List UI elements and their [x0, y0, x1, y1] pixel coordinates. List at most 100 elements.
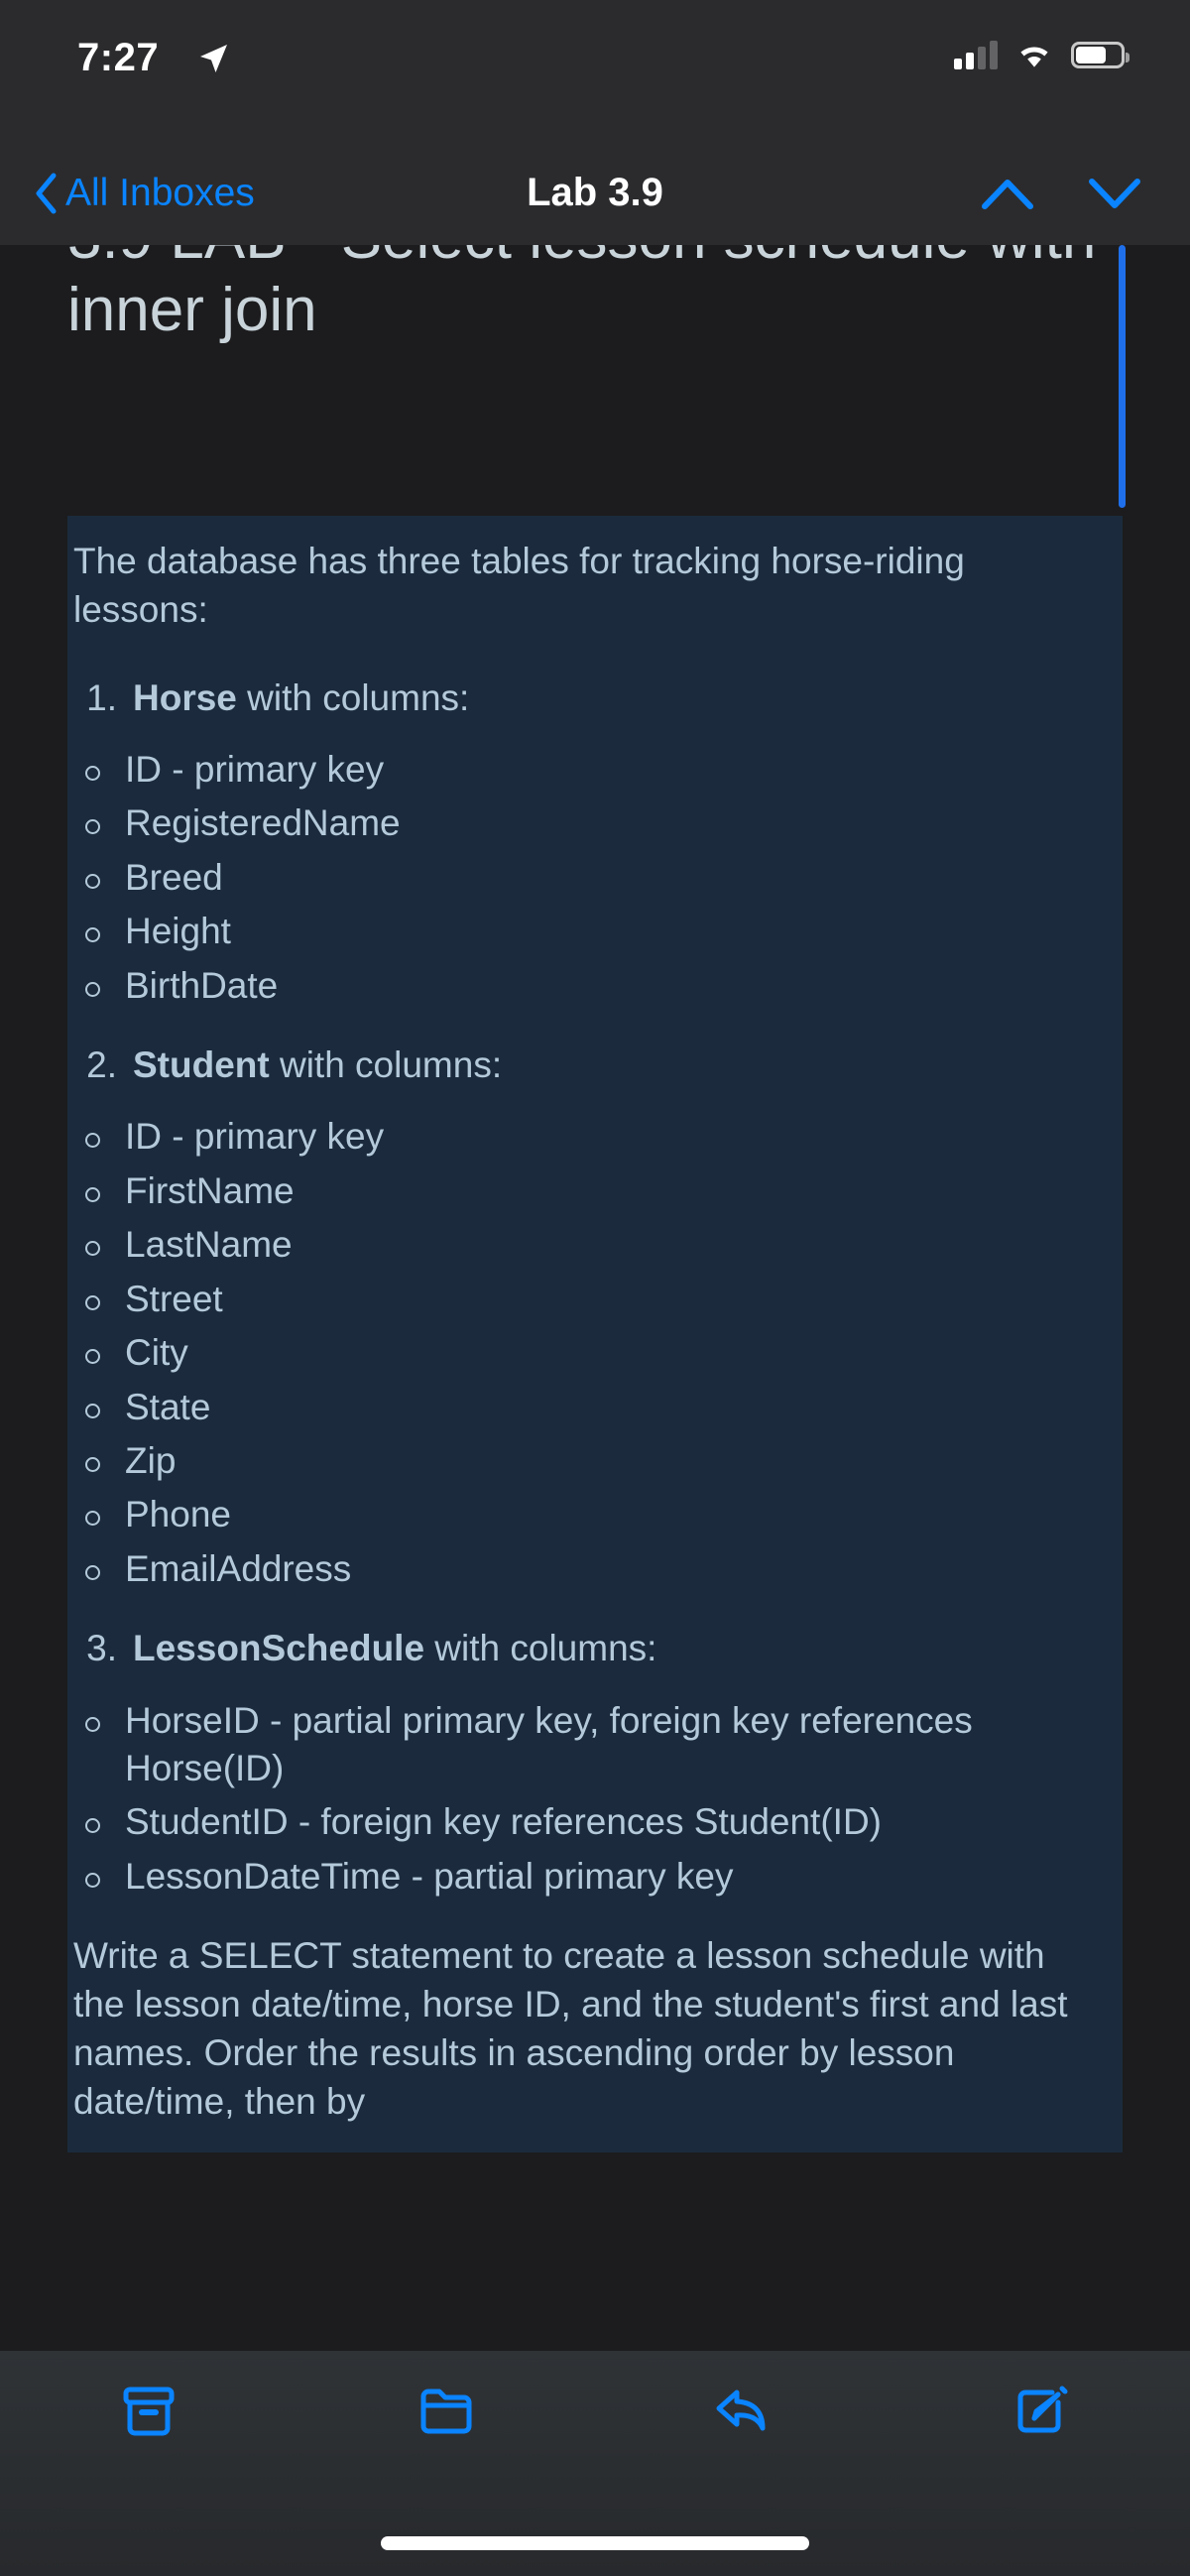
location-arrow-icon	[200, 45, 227, 72]
table-heading-suffix: with columns:	[236, 676, 470, 718]
folder-icon	[420, 2389, 472, 2434]
list-item: BirthDate	[67, 962, 1123, 1010]
circle-bullet-icon	[67, 1384, 125, 1418]
wifi-icon	[1020, 47, 1048, 67]
list-item: 3. LessonSchedule with columns: HorseID …	[67, 1625, 1123, 1901]
list-item: 2. Student with columns: ID - primary ke…	[67, 1042, 1123, 1593]
archive-box-icon	[123, 2387, 175, 2436]
table-name: Student	[133, 1044, 270, 1086]
column-list: ID - primary key RegisteredName Breed He…	[67, 746, 1123, 1010]
circle-bullet-icon	[67, 1491, 125, 1527]
chevron-up-icon[interactable]	[980, 174, 1035, 213]
column-name: BirthDate	[125, 964, 279, 1006]
cellular-signal-icon	[954, 40, 998, 69]
column-list: HorseID - partial primary key, foreign k…	[67, 1697, 1123, 1901]
intro-paragraph: The database has three tables for tracki…	[73, 541, 965, 630]
chevron-down-icon[interactable]	[1087, 174, 1142, 213]
column-name: State	[125, 1386, 211, 1427]
circle-bullet-icon	[67, 908, 125, 943]
column-name: Height	[125, 911, 231, 952]
task-paragraph: Write a SELECT statement to create a les…	[73, 1935, 1068, 2122]
navigation-bar: All Inboxes Lab 3.9	[0, 141, 1190, 245]
circle-bullet-icon	[67, 1437, 125, 1472]
battery-icon	[1071, 41, 1130, 68]
circle-bullet-icon	[67, 1853, 125, 1888]
table-heading: 2. Student with columns:	[67, 1042, 1123, 1089]
table-heading-text: LessonSchedule with columns:	[133, 1625, 656, 1672]
message-body[interactable]: 3.9 LAB - Select lesson schedule with in…	[0, 245, 1190, 2351]
list-item: LessonDateTime - partial primary key	[67, 1853, 1123, 1901]
column-name: City	[125, 1332, 188, 1374]
message-content-block: The database has three tables for tracki…	[67, 516, 1123, 2152]
list-item: Breed	[67, 854, 1123, 902]
list-item: StudentID - foreign key references Stude…	[67, 1798, 1123, 1846]
list-item: RegisteredName	[67, 799, 1123, 847]
reply-button[interactable]	[595, 2381, 892, 2442]
message-toolbar	[0, 2351, 1190, 2576]
circle-bullet-icon	[67, 799, 125, 835]
home-indicator	[381, 2536, 809, 2550]
column-name: FirstName	[125, 1169, 295, 1211]
circle-bullet-icon	[67, 1697, 125, 1732]
table-name: Horse	[133, 676, 237, 718]
circle-bullet-icon	[67, 1221, 125, 1257]
column-name: HorseID - partial primary key, foreign k…	[125, 1699, 973, 1788]
table-heading: 3. LessonSchedule with columns:	[67, 1625, 1123, 1672]
list-item: FirstName	[67, 1167, 1123, 1215]
list-item: ID - primary key	[67, 1113, 1123, 1161]
column-name: LessonDateTime - partial primary key	[125, 1855, 734, 1897]
table-list: 1. Horse with columns: ID - primary key …	[67, 675, 1123, 1901]
column-name: StudentID - foreign key references Stude…	[125, 1801, 882, 1843]
column-list: ID - primary key FirstName LastName Stre…	[67, 1113, 1123, 1593]
column-name: Breed	[125, 856, 223, 898]
list-number: 1.	[86, 676, 117, 718]
status-bar: 7:27	[0, 0, 1190, 141]
table-heading-text: Student with columns:	[133, 1042, 502, 1089]
list-item: State	[67, 1384, 1123, 1431]
compose-button[interactable]	[892, 2381, 1190, 2442]
table-heading: 1. Horse with columns:	[67, 675, 1123, 722]
list-item: Height	[67, 908, 1123, 955]
list-item: 1. Horse with columns: ID - primary key …	[67, 675, 1123, 1010]
message-heading: 3.9 LAB - Select lesson schedule with in…	[67, 245, 1096, 345]
list-item: HorseID - partial primary key, foreign k…	[67, 1697, 1123, 1793]
move-to-folder-button[interactable]	[298, 2381, 595, 2442]
circle-bullet-icon	[67, 746, 125, 781]
circle-bullet-icon	[67, 1167, 125, 1202]
column-name: ID - primary key	[125, 1116, 385, 1158]
list-item: City	[67, 1329, 1123, 1377]
list-number: 2.	[86, 1044, 117, 1086]
quote-accent-bar	[1119, 245, 1126, 508]
status-indicators	[954, 40, 1130, 69]
list-item: ID - primary key	[67, 746, 1123, 794]
circle-bullet-icon	[67, 1545, 125, 1580]
circle-bullet-icon	[67, 1329, 125, 1365]
archive-button[interactable]	[0, 2381, 298, 2442]
compose-icon	[1017, 2386, 1068, 2433]
table-heading-text: Horse with columns:	[133, 675, 469, 722]
circle-bullet-icon	[67, 854, 125, 889]
column-name: EmailAddress	[125, 1547, 352, 1589]
circle-bullet-icon	[67, 962, 125, 997]
column-name: RegisteredName	[125, 802, 401, 844]
list-number: 3.	[86, 1628, 117, 1669]
list-item: Phone	[67, 1491, 1123, 1538]
circle-bullet-icon	[67, 1113, 125, 1149]
mail-message-screen: 7:27 All Inboxes Lab 3.9 inner join The …	[0, 0, 1190, 2576]
column-name: LastName	[125, 1224, 293, 1266]
column-name: ID - primary key	[125, 748, 385, 790]
list-item: Zip	[67, 1437, 1123, 1485]
reply-arrow-icon	[716, 2390, 766, 2431]
table-name: LessonSchedule	[133, 1628, 425, 1669]
circle-bullet-icon	[67, 1798, 125, 1834]
circle-bullet-icon	[67, 1276, 125, 1310]
status-time: 7:27	[77, 36, 160, 79]
list-item: Street	[67, 1276, 1123, 1323]
list-item: EmailAddress	[67, 1545, 1123, 1593]
table-heading-suffix: with columns:	[269, 1044, 503, 1086]
list-item: LastName	[67, 1221, 1123, 1269]
column-name: Phone	[125, 1494, 231, 1535]
message-nav-arrows	[980, 141, 1142, 245]
table-heading-suffix: with columns:	[424, 1628, 657, 1669]
column-name: Street	[125, 1278, 223, 1319]
